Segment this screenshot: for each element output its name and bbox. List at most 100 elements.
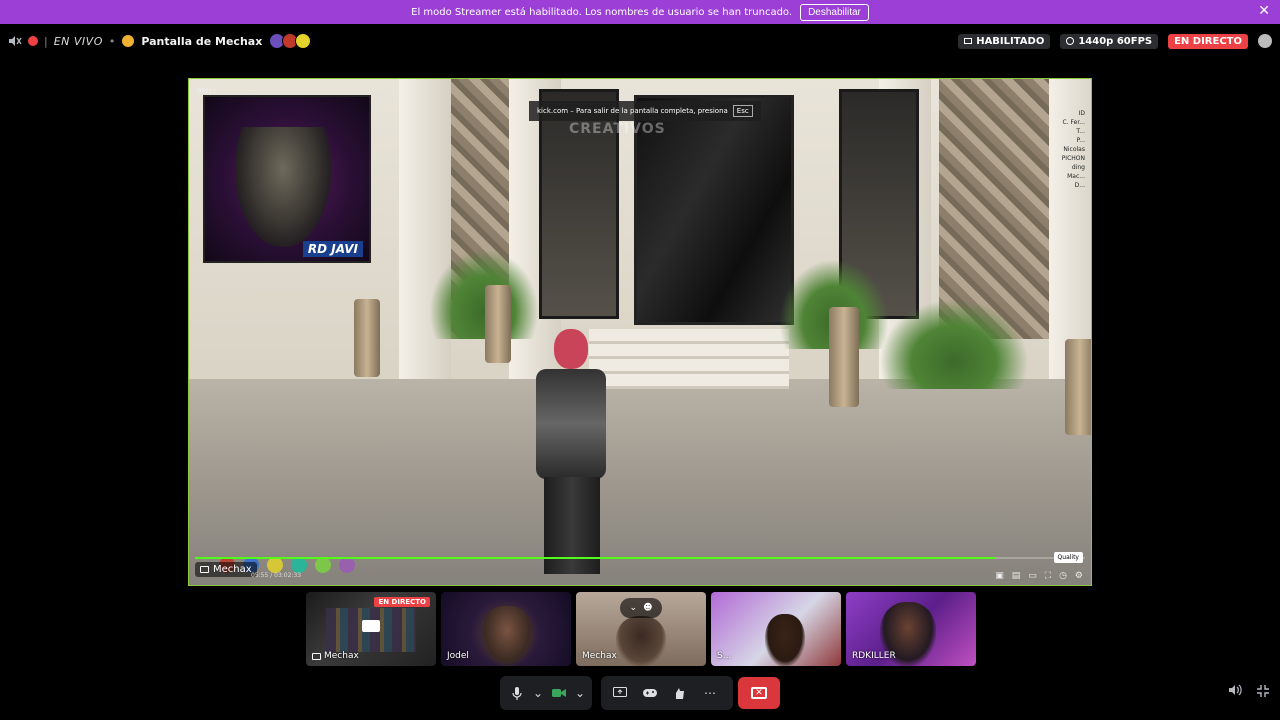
video-controls: ▣ ▤ ▭ ⛶ ◷ ⚙ [995,571,1083,581]
time-current: 05:55 [251,572,269,579]
participant-label: S... [717,651,731,661]
fps-counter: 98fps [197,87,217,95]
fullscreen-toast: kick.com – Para salir de la pantalla com… [529,101,761,121]
character-legs [544,477,600,574]
participant-tile[interactable]: EN DIRECTO Mechax [306,592,436,666]
microphone-icon [512,686,522,700]
avatar[interactable] [295,33,312,49]
participant-person [765,614,805,666]
esc-key: Esc [732,105,753,117]
volume-icon[interactable] [1228,684,1242,696]
emote-icon [339,557,355,573]
streamer-name: Mechax [213,564,252,575]
screen-share-icon [200,566,209,573]
game-hud-list: ID C. Fer... T... P... Nicolas PICHON di… [1039,109,1085,190]
stream-quality-label: 1440p 60FPS [1078,35,1153,47]
participant-tile[interactable]: S... [711,592,841,666]
camera-button[interactable] [548,680,570,706]
eye-icon [1066,37,1075,45]
scene-bollard [1065,339,1091,435]
main-stream-video[interactable]: CREATIVOS 98fps RD JAVI kick.com – Para … [188,78,1092,586]
hand-wave-icon [122,35,135,47]
participant-person [481,606,533,666]
gear-icon[interactable]: ⚙ [1075,571,1083,581]
more-options-button[interactable]: ⋯ [697,680,723,706]
stream-header: | EN VIVO • Pantalla de Mechax HABILITAD… [0,26,1280,56]
microphone-options-chevron[interactable]: ⌄ [532,680,544,706]
facecam-overlay: RD JAVI [203,95,371,263]
hud-line: ID [1078,110,1085,117]
chat-bubble-icon[interactable] [1258,34,1272,48]
chevron-down-icon[interactable]: ⌄ [630,603,638,613]
streamer-mode-banner: El modo Streamer está habilitado. Los no… [0,0,1280,24]
participant-label: Mechax [312,651,359,661]
soundboard-icon [676,687,684,699]
camera-icon [552,689,567,697]
building-sign: CREATIVOS [569,121,666,137]
hud-line: ding [1071,164,1085,171]
gamepad-icon [643,689,657,697]
stream-name-tag: Mechax [195,562,257,577]
header-separator: | [44,34,48,48]
live-badge: EN DIRECTO [374,597,430,607]
live-badge: EN DIRECTO [1168,33,1248,49]
quality-tooltip: Quality [1053,552,1083,563]
pip-icon[interactable]: ▣ [995,571,1004,581]
clip-icon[interactable]: ▤ [1012,571,1021,581]
participant-label: RDKILLER [852,651,896,661]
facecam-tag: RD JAVI [302,241,363,257]
close-icon[interactable]: ✕ [1258,4,1270,18]
scene-bollard [829,307,859,407]
scene-bollard [485,285,511,363]
scene-bollard [354,299,380,377]
screen-icon [312,652,321,660]
participant-name: RDKILLER [852,651,896,661]
participant-tile[interactable]: ⌄ ☻ Mechax [576,592,706,666]
exit-fullscreen-icon[interactable] [1256,684,1270,698]
time-total: 03:02:33 [274,572,302,579]
fullscreen-icon[interactable]: ⛶ [1045,571,1051,581]
add-friend-icon[interactable]: ☻ [643,603,652,613]
screen-icon [964,38,973,44]
audio-video-controls: ⌄ ⌄ [500,676,592,710]
hud-line: Mac... [1067,173,1085,180]
disable-streamer-mode-button[interactable]: Deshabilitar [800,3,869,21]
share-screen-button[interactable] [607,680,633,706]
participant-person [616,616,666,666]
participant-tile[interactable]: Jodel [441,592,571,666]
volume-muted-icon[interactable] [8,35,22,47]
habilitado-label: HABILITADO [976,35,1045,47]
viewer-avatars[interactable] [269,33,312,49]
camera-options-chevron[interactable]: ⌄ [574,680,586,706]
hud-line: PICHON [1061,155,1085,162]
participant-name: Mechax [582,651,617,661]
character-head [554,329,588,369]
live-indicator-dot [28,36,38,46]
character-torso [536,369,606,479]
hud-line: D... [1074,182,1085,189]
participant-label: Jodel [447,651,469,661]
live-label: EN VIVO [53,34,103,48]
hud-line: P... [1076,137,1085,144]
tile-overlay-controls[interactable]: ⌄ ☻ [620,598,662,618]
facecam-person [235,127,331,247]
speed-icon[interactable]: ◷ [1059,571,1067,581]
video-progress-bar[interactable] [195,557,1085,559]
emote-icon [291,557,307,573]
participant-name: Mechax [324,651,359,661]
participant-tile[interactable]: RDKILLER [846,592,976,666]
bottom-right-controls [1228,684,1270,698]
emote-icon [267,557,283,573]
theater-icon[interactable]: ▭ [1028,571,1037,581]
share-screen-icon [613,687,627,697]
activity-button[interactable] [637,680,663,706]
leave-call-icon: ✕ [751,687,767,699]
hud-line: C. Fer... [1062,119,1085,126]
soundboard-button[interactable] [667,680,693,706]
microphone-button[interactable] [506,680,528,706]
participant-name: Jodel [447,651,469,661]
game-character [524,329,624,574]
header-dot: • [108,34,116,48]
disconnect-button[interactable]: ✕ [738,677,780,709]
participant-label: Mechax [582,651,617,661]
